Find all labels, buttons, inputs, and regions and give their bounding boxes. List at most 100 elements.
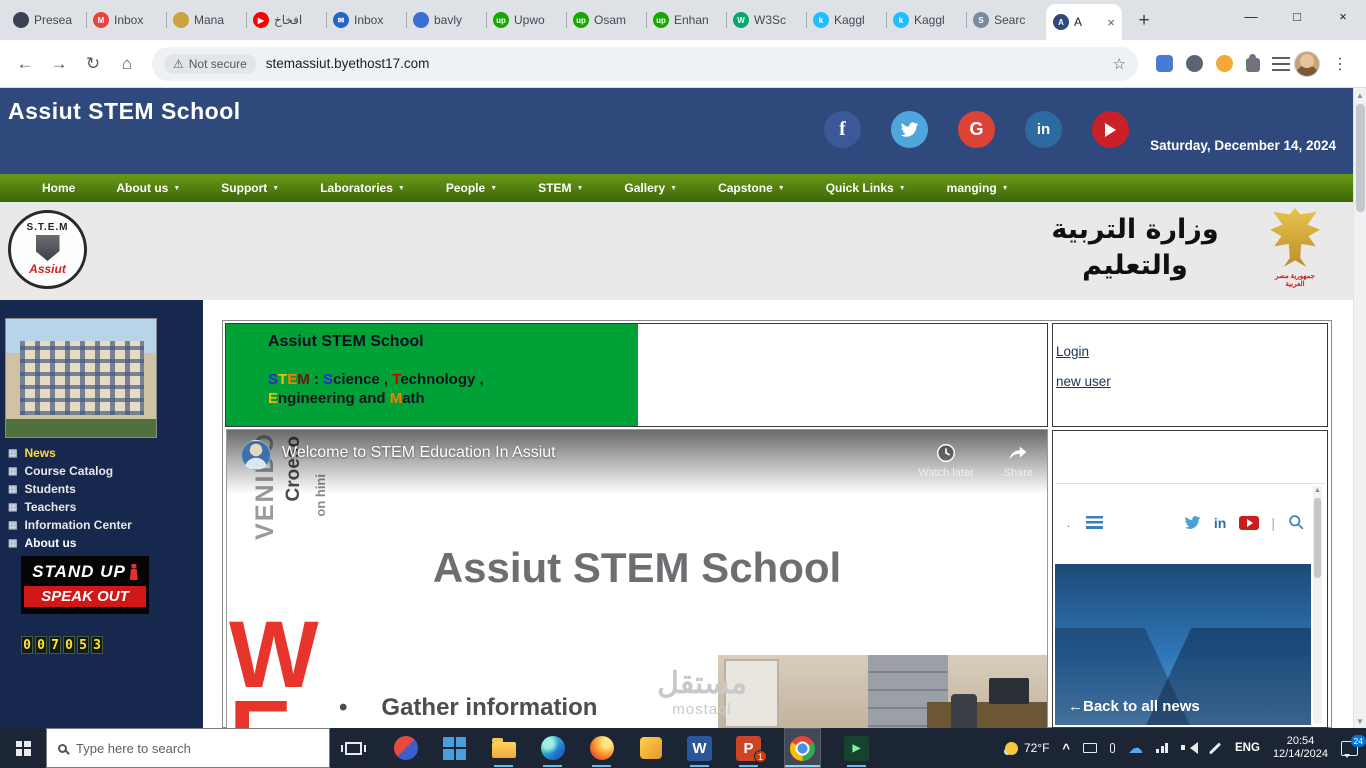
browser-tab[interactable]: ▶ افخاخ xyxy=(246,0,326,40)
edge-app-icon[interactable] xyxy=(539,728,566,768)
volume-icon[interactable] xyxy=(1181,742,1199,754)
browser-tab[interactable]: M Inbox xyxy=(86,0,166,40)
window-maximize-button[interactable]: □ xyxy=(1274,0,1320,32)
facebook-icon[interactable]: f xyxy=(824,111,861,148)
twitter-icon[interactable] xyxy=(891,111,928,148)
extension-orange-circle-icon[interactable] xyxy=(1216,55,1233,72)
extension-puzzle-icon[interactable] xyxy=(1246,54,1260,72)
login-link[interactable]: Login xyxy=(1056,344,1089,359)
reload-button[interactable]: ↻ xyxy=(78,49,108,79)
taskbar-search-box[interactable]: Type here to search xyxy=(46,728,330,768)
widget-scrollbar[interactable]: ▲ xyxy=(1313,486,1322,724)
widget-youtube-icon[interactable] xyxy=(1239,515,1260,530)
clock[interactable]: 20:54 12/14/2024 xyxy=(1273,735,1328,761)
home-button[interactable]: ⌂ xyxy=(112,49,142,79)
share-button[interactable]: Share xyxy=(1004,442,1033,479)
watch-later-button[interactable]: Watch later xyxy=(918,442,974,479)
hamburger-menu-icon[interactable] xyxy=(1086,516,1104,529)
sidebar-item-about-us[interactable]: ▦ About us xyxy=(0,534,203,552)
scroll-up-icon[interactable]: ▲ xyxy=(1314,487,1321,494)
widget-scroll-thumb[interactable] xyxy=(1314,498,1321,578)
not-secure-badge[interactable]: ⚠ Not secure xyxy=(164,53,256,74)
video-title[interactable]: Welcome to STEM Education In Assiut xyxy=(282,444,918,462)
firefox-app-icon[interactable] xyxy=(588,728,615,768)
ppt-app-icon[interactable]: P1 xyxy=(735,728,767,768)
youtube-icon[interactable] xyxy=(1092,111,1129,148)
page-scrollbar[interactable]: ▲ ▼ xyxy=(1353,88,1366,728)
widget-search-icon[interactable] xyxy=(1288,514,1305,531)
sidebar-item-news[interactable]: ▦ News xyxy=(0,444,203,462)
browser-tab[interactable]: S Searc xyxy=(966,0,1046,40)
nav-item-quick-links[interactable]: Quick Links ▼ xyxy=(806,181,927,195)
address-bar[interactable]: ⚠ Not secure stemassiut.byethost17.com ☆ xyxy=(152,46,1138,81)
scroll-thumb[interactable] xyxy=(1356,104,1365,212)
sidebar-item-course-catalog[interactable]: ▦ Course Catalog xyxy=(0,462,203,480)
channel-avatar[interactable] xyxy=(241,440,271,470)
display-tray-icon[interactable] xyxy=(1083,743,1098,753)
linkedin-icon[interactable]: in xyxy=(1025,111,1062,148)
browser-tab[interactable]: Mana xyxy=(166,0,246,40)
yellow-app-icon[interactable] xyxy=(637,728,664,768)
widget-divider: | xyxy=(1271,514,1275,531)
browser-tab[interactable]: ✉ Inbox xyxy=(326,0,406,40)
pen-icon[interactable] xyxy=(1209,741,1222,755)
back-button[interactable]: ← xyxy=(10,49,40,79)
tiles-app-icon[interactable] xyxy=(441,728,468,768)
start-button[interactable] xyxy=(0,728,46,768)
hidden-icons-chevron[interactable]: ^ xyxy=(1062,741,1070,756)
browser-tab[interactable]: bavly xyxy=(406,0,486,40)
chrome-app-icon[interactable] xyxy=(784,728,821,768)
word-app-icon[interactable]: W xyxy=(686,728,713,768)
nav-item-stem[interactable]: STEM ▼ xyxy=(518,181,604,195)
youtube-embed[interactable]: CroesoVENIDOon hini WE Assiut STEM Schoo… xyxy=(227,430,1047,728)
back-to-news-link[interactable]: ←Back to all news xyxy=(1068,698,1200,715)
reading-list-icon[interactable] xyxy=(1272,56,1290,71)
weather-widget[interactable]: 72°F xyxy=(1004,741,1049,755)
open-indicator xyxy=(543,764,562,767)
browser-tab[interactable]: up Osam xyxy=(566,0,646,40)
window-minimize-button[interactable]: — xyxy=(1228,0,1274,32)
forward-button[interactable]: → xyxy=(44,49,74,79)
widget-linkedin-icon[interactable]: in xyxy=(1214,515,1226,531)
sidebar-item-information-center[interactable]: ▦ Information Center xyxy=(0,516,203,534)
browser-tab[interactable]: A A × xyxy=(1046,4,1122,40)
onedrive-cloud-icon[interactable]: ☁ xyxy=(1128,739,1143,757)
browser-profile-avatar[interactable] xyxy=(1294,50,1320,77)
browser-tab[interactable]: up Upwo xyxy=(486,0,566,40)
new-tab-button[interactable]: + xyxy=(1130,7,1158,35)
nav-item-support[interactable]: Support ▼ xyxy=(201,181,300,195)
browser-tab[interactable]: k Kaggl xyxy=(806,0,886,40)
nav-item-laboratories[interactable]: Laboratories ▼ xyxy=(300,181,426,195)
sidebar-item-teachers[interactable]: ▦ Teachers xyxy=(0,498,203,516)
bookmark-star-icon[interactable]: ☆ xyxy=(1113,55,1126,73)
browser-tab[interactable]: k Kaggl xyxy=(886,0,966,40)
nav-item-home[interactable]: Home xyxy=(22,181,96,195)
google-icon[interactable]: G xyxy=(958,111,995,148)
task-view-button[interactable] xyxy=(330,728,376,768)
usb-tray-icon[interactable] xyxy=(1110,743,1116,753)
browser-tab[interactable]: up Enhan xyxy=(646,0,726,40)
nav-item-capstone[interactable]: Capstone ▼ xyxy=(698,181,806,195)
browser-tab[interactable]: W W3Sc xyxy=(726,0,806,40)
tab-close-icon[interactable]: × xyxy=(1107,15,1115,30)
scroll-down-icon[interactable]: ▼ xyxy=(1354,714,1366,728)
nav-item-about-us[interactable]: About us ▼ xyxy=(96,181,201,195)
network-icon[interactable] xyxy=(1156,743,1169,753)
redblue-app-icon[interactable] xyxy=(392,728,419,768)
language-indicator[interactable]: ENG xyxy=(1235,742,1260,754)
extension-blue-square-icon[interactable] xyxy=(1156,55,1173,72)
widget-twitter-icon[interactable] xyxy=(1184,514,1201,531)
nav-item-manging[interactable]: manging ▼ xyxy=(927,181,1030,195)
scroll-up-icon[interactable]: ▲ xyxy=(1354,88,1366,102)
window-close-button[interactable]: × xyxy=(1320,0,1366,32)
green-app-icon[interactable]: ▶ xyxy=(843,728,870,768)
browser-menu-icon[interactable]: ⋮ xyxy=(1324,54,1356,74)
folder-app-icon[interactable] xyxy=(490,728,517,768)
new-user-link[interactable]: new user xyxy=(1056,374,1111,389)
sidebar-item-students[interactable]: ▦ Students xyxy=(0,480,203,498)
browser-tab[interactable]: Presea xyxy=(6,0,86,40)
nav-item-gallery[interactable]: Gallery ▼ xyxy=(604,181,698,195)
action-center-icon[interactable]: 24 xyxy=(1341,734,1366,758)
extension-dark-circle-icon[interactable] xyxy=(1186,55,1203,72)
nav-item-people[interactable]: People ▼ xyxy=(426,181,518,195)
